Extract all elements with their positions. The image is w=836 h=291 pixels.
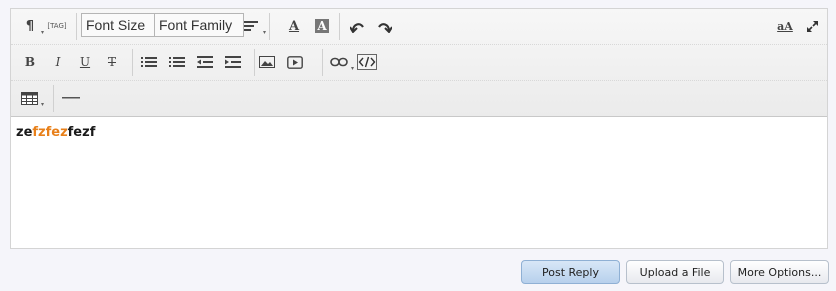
table-icon bbox=[20, 91, 38, 105]
align-button[interactable]: ▾ bbox=[239, 15, 266, 37]
toolbar-separator bbox=[53, 85, 54, 112]
translate-button[interactable]: aA bbox=[773, 15, 797, 37]
editor-content[interactable]: zefzfezfezf bbox=[16, 125, 95, 140]
text-color-icon: A bbox=[288, 18, 300, 34]
dropdown-arrow-icon: ▾ bbox=[350, 65, 354, 72]
bold-icon: B bbox=[24, 55, 36, 69]
toolbar-separator bbox=[132, 49, 133, 76]
numbered-list-button[interactable] bbox=[165, 51, 189, 73]
more-options-button[interactable]: More Options... bbox=[730, 260, 829, 284]
font-family-label: Font Family bbox=[159, 17, 233, 33]
content-text-segment: fzfez bbox=[32, 125, 68, 140]
horizontal-rule-button[interactable] bbox=[57, 87, 85, 109]
content-text-segment: ze bbox=[16, 125, 33, 140]
numbered-list-icon bbox=[169, 57, 185, 67]
paragraph-icon: ¶ bbox=[25, 18, 35, 34]
dropdown-arrow-icon: ▾ bbox=[40, 101, 44, 108]
strikethrough-button[interactable]: T bbox=[101, 51, 123, 73]
link-icon bbox=[330, 57, 348, 67]
background-color-button[interactable]: A bbox=[311, 15, 333, 37]
insert-video-button[interactable] bbox=[283, 51, 307, 73]
paragraph-format-button[interactable]: ¶ ▾ bbox=[19, 15, 44, 37]
video-icon bbox=[287, 55, 303, 69]
toolbar-separator bbox=[269, 13, 270, 40]
italic-icon: I bbox=[55, 55, 61, 69]
redo-button[interactable] bbox=[373, 15, 395, 37]
align-left-icon bbox=[244, 21, 258, 31]
bullet-list-button[interactable] bbox=[137, 51, 161, 73]
dropdown-arrow-icon: ▾ bbox=[262, 29, 266, 36]
source-code-button[interactable] bbox=[355, 51, 379, 73]
font-size-select[interactable]: Font Size bbox=[81, 13, 157, 37]
insert-table-button[interactable]: ▾ bbox=[17, 87, 44, 109]
content-text-segment: fezf bbox=[67, 125, 96, 140]
editor-toolbar: ¶ ▾ [TAG] Font Size Font Family ▾ A A aA… bbox=[11, 9, 827, 117]
toolbar-separator bbox=[76, 13, 77, 40]
strikethrough-icon: T bbox=[107, 55, 116, 69]
undo-icon bbox=[350, 23, 364, 33]
background-color-icon: A bbox=[315, 19, 329, 33]
translate-icon: aA bbox=[777, 19, 793, 33]
maximize-button[interactable] bbox=[801, 15, 823, 37]
insert-tag-button[interactable]: [TAG] bbox=[45, 15, 69, 37]
upload-file-label: Upload a File bbox=[639, 265, 711, 279]
bullet-list-icon bbox=[141, 57, 157, 67]
insert-image-button[interactable] bbox=[255, 51, 279, 73]
toolbar-row-3: ▾ bbox=[11, 80, 827, 116]
indent-icon bbox=[225, 56, 241, 68]
bold-button[interactable]: B bbox=[19, 51, 41, 73]
text-color-button[interactable]: A bbox=[283, 15, 305, 37]
post-reply-label: Post Reply bbox=[542, 265, 599, 279]
outdent-icon bbox=[197, 56, 213, 68]
toolbar-separator bbox=[322, 49, 323, 76]
dropdown-arrow-icon: ▾ bbox=[40, 29, 44, 36]
font-family-select[interactable]: Font Family bbox=[154, 13, 244, 37]
code-view-icon bbox=[357, 54, 377, 70]
toolbar-row-1: ¶ ▾ [TAG] Font Size Font Family ▾ A A aA bbox=[11, 9, 827, 44]
toolbar-separator bbox=[339, 13, 340, 40]
redo-icon bbox=[378, 23, 392, 33]
outdent-button[interactable] bbox=[193, 51, 217, 73]
undo-button[interactable] bbox=[347, 15, 369, 37]
font-size-label: Font Size bbox=[86, 17, 146, 33]
image-icon bbox=[259, 56, 275, 68]
indent-button[interactable] bbox=[221, 51, 245, 73]
more-options-label: More Options... bbox=[737, 265, 822, 279]
post-reply-button[interactable]: Post Reply bbox=[521, 260, 620, 284]
toolbar-row-2: B I U T ▾ bbox=[11, 44, 827, 80]
underline-icon: U bbox=[79, 55, 91, 69]
tag-icon: [TAG] bbox=[47, 22, 67, 30]
underline-button[interactable]: U bbox=[74, 51, 96, 73]
rich-text-editor: ¶ ▾ [TAG] Font Size Font Family ▾ A A aA… bbox=[10, 8, 828, 249]
horizontal-rule-icon bbox=[62, 97, 80, 99]
upload-file-button[interactable]: Upload a File bbox=[626, 260, 724, 284]
insert-link-button[interactable]: ▾ bbox=[327, 51, 354, 73]
expand-icon bbox=[806, 20, 818, 32]
italic-button[interactable]: I bbox=[47, 51, 69, 73]
